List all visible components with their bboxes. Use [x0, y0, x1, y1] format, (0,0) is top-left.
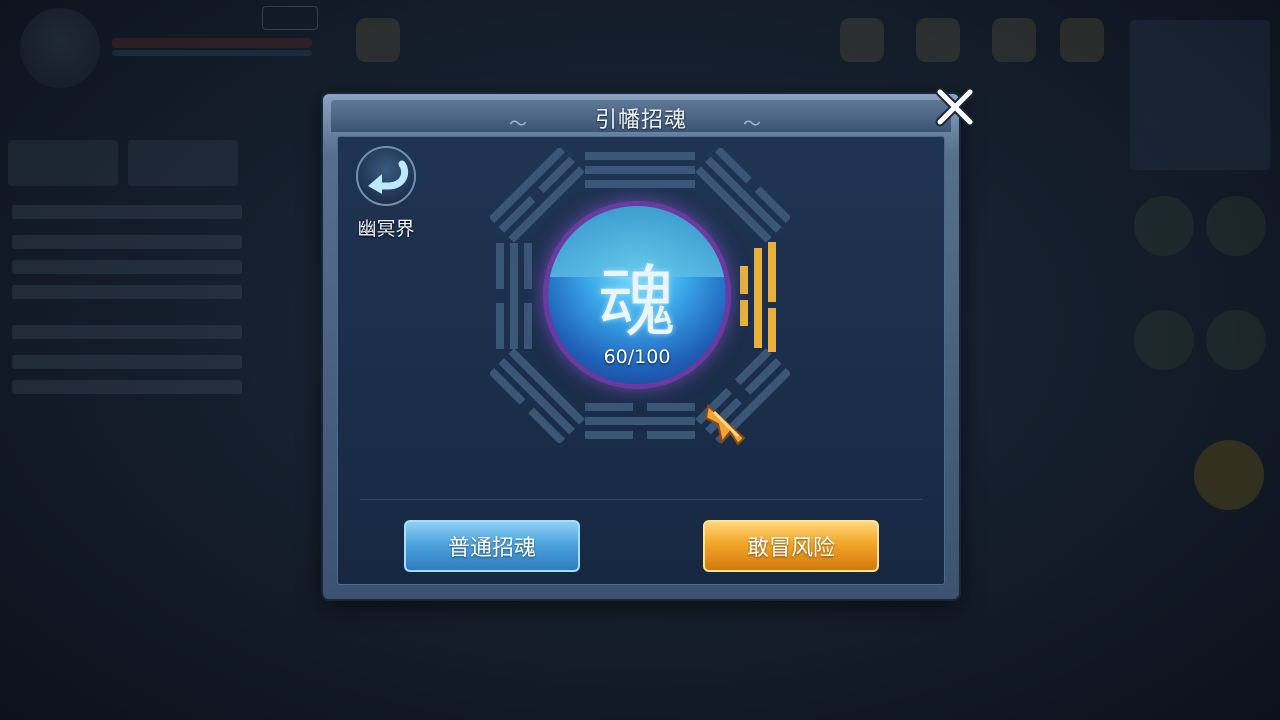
bg-text-line [12, 235, 242, 249]
soul-progress-text: 60/100 [603, 346, 671, 368]
bg-text-line [12, 355, 242, 369]
mp-bar [112, 50, 312, 56]
bg-text-line [12, 380, 242, 394]
bg-tab-2 [128, 140, 238, 186]
bg-text-line [12, 205, 242, 219]
back-button[interactable] [356, 146, 418, 208]
back-label: 幽冥界 [357, 218, 415, 240]
bg-side-icon [1134, 196, 1194, 256]
bg-tab-1 [8, 140, 118, 186]
bg-top-icon [916, 18, 960, 62]
pointer-arrow-icon [704, 404, 746, 446]
bg-top-icon [840, 18, 884, 62]
normal-summon-button[interactable]: 普通招魂 [404, 520, 580, 572]
take-risk-button[interactable]: 敢冒风险 [703, 520, 879, 572]
divider [360, 499, 922, 500]
bg-side-icon [1206, 310, 1266, 370]
bg-side-icon [1206, 196, 1266, 256]
bg-top-icon [1060, 18, 1104, 62]
bg-top-icon [992, 18, 1036, 62]
bg-side-icon [1134, 310, 1194, 370]
bg-text-line [12, 325, 242, 339]
bg-top-icon [356, 18, 400, 62]
bg-text-line [12, 285, 242, 299]
bg-gold-orb [1194, 440, 1264, 510]
player-avatar [20, 8, 100, 88]
bg-text-line [12, 260, 242, 274]
level-badge [262, 6, 318, 30]
dialog-title: 引幡招魂 [594, 108, 687, 133]
minimap [1130, 20, 1270, 170]
soul-glyph: 魂 [597, 258, 676, 348]
back-arrow-icon [368, 160, 409, 194]
close-icon [935, 87, 975, 127]
close-button[interactable] [932, 84, 978, 130]
hp-bar [112, 38, 312, 48]
